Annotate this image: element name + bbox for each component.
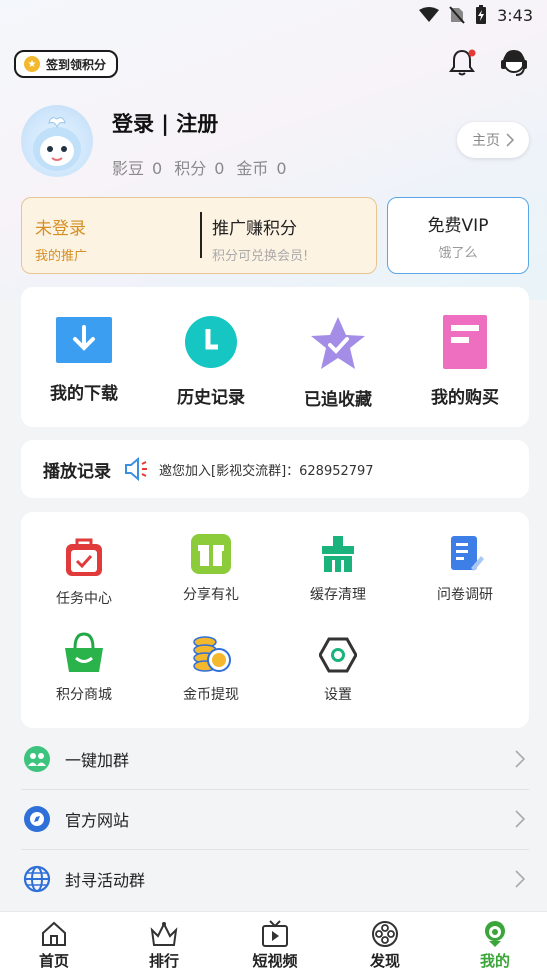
free-vip-subtitle: 饿了么 xyxy=(438,245,478,261)
coin-stack-icon xyxy=(193,636,231,672)
quick-item-purchases[interactable]: 我的购买 xyxy=(405,315,525,408)
chevron-right-icon xyxy=(515,750,525,768)
tab-mine[interactable]: 我的 xyxy=(455,920,535,971)
tool-task-center[interactable]: 任务中心 xyxy=(29,538,139,608)
download-icon xyxy=(56,317,112,363)
tool-survey[interactable]: 问卷调研 xyxy=(410,534,520,604)
chevron-right-icon xyxy=(506,133,514,147)
list-item-official-site[interactable]: 官方网站 xyxy=(21,790,529,848)
speaker-icon xyxy=(125,456,147,482)
globe-icon xyxy=(23,865,51,893)
film-reel-icon xyxy=(372,921,398,947)
free-vip-card[interactable]: 免费VIP 饿了么 xyxy=(387,197,529,274)
login-status: 未登录 xyxy=(35,219,86,239)
homepage-button[interactable]: 主页 xyxy=(457,122,529,158)
wifi-icon xyxy=(419,7,440,22)
stat-coins: 金币 0 xyxy=(236,159,287,178)
quick-item-history[interactable]: 历史记录 xyxy=(151,315,271,408)
tool-coin-withdraw[interactable]: 金币提现 xyxy=(156,634,266,704)
checkin-button[interactable]: ★ 签到领积分 xyxy=(14,50,119,78)
battery-charging-icon xyxy=(476,5,487,24)
quick-item-favorites[interactable]: 已追收藏 xyxy=(278,315,398,410)
avatar[interactable] xyxy=(21,105,93,177)
gift-icon xyxy=(191,534,231,574)
login-register-link[interactable]: 登录 | 注册 xyxy=(112,108,218,138)
quick-actions-card: 我的下载 历史记录 已追收藏 我的购买 xyxy=(21,287,529,427)
list-item-join-group[interactable]: 一键加群 xyxy=(21,730,529,788)
earn-points-section[interactable]: 推广赚积分 积分可兑换会员! xyxy=(212,214,308,264)
earn-points-subtitle: 积分可兑换会员! xyxy=(212,249,309,264)
notification-bell-icon[interactable] xyxy=(446,47,478,79)
chevron-right-icon xyxy=(515,870,525,888)
no-sim-icon xyxy=(449,6,465,24)
star-check-icon xyxy=(311,317,365,369)
task-bag-icon xyxy=(66,538,102,576)
tool-settings[interactable]: 设置 xyxy=(283,636,393,704)
quick-item-downloads[interactable]: 我的下载 xyxy=(24,315,144,404)
promo-divider xyxy=(200,212,202,258)
user-stats: 影豆 0 积分 0 金币 0 xyxy=(112,155,287,179)
earn-points-title: 推广赚积分 xyxy=(212,219,297,239)
group-invite-notice: 邀您加入[影视交流群]：628952797 xyxy=(159,463,374,479)
stat-points: 积分 0 xyxy=(174,159,225,178)
broom-icon xyxy=(322,536,354,572)
list-item-activity-group[interactable]: 封寻活动群 xyxy=(21,850,529,908)
home-icon xyxy=(42,921,66,946)
ranking-crown-icon xyxy=(150,921,178,946)
bottom-tab-bar: 首页 排行 短视频 发现 我的 xyxy=(0,911,547,975)
user-mascot-icon xyxy=(485,921,505,947)
settings-hexagon-icon xyxy=(319,637,357,673)
clock-icon xyxy=(185,316,237,368)
tv-play-icon xyxy=(262,920,288,947)
shopping-basket-icon xyxy=(65,632,103,672)
coin-icon: ★ xyxy=(24,56,40,72)
group-icon xyxy=(24,746,50,772)
chevron-right-icon xyxy=(515,810,525,828)
customer-service-icon[interactable] xyxy=(497,46,531,80)
compass-icon xyxy=(24,806,50,832)
homepage-label: 主页 xyxy=(472,133,500,149)
stat-beans: 影豆 0 xyxy=(112,159,163,178)
my-promo-section[interactable]: 未登录 我的推广 xyxy=(35,214,87,264)
free-vip-title: 免费VIP xyxy=(427,215,489,236)
tool-share-gift[interactable]: 分享有礼 xyxy=(156,534,266,604)
document-icon xyxy=(443,315,487,369)
survey-icon xyxy=(451,536,484,571)
tools-grid-card: 任务中心 分享有礼 缓存清理 问卷调研 积分商城 金币提现 设置 xyxy=(21,512,529,728)
status-bar: 3:43 xyxy=(0,0,547,30)
tab-short-video[interactable]: 短视频 xyxy=(235,920,315,971)
play-history-label: 播放记录 xyxy=(43,461,111,482)
tool-cache-clean[interactable]: 缓存清理 xyxy=(283,534,393,604)
tab-home[interactable]: 首页 xyxy=(14,920,94,971)
status-time: 3:43 xyxy=(497,5,533,25)
my-promo-label: 我的推广 xyxy=(35,249,88,264)
play-history-bar[interactable]: 播放记录 邀您加入[影视交流群]：628952797 xyxy=(21,440,529,498)
avatar-character-icon xyxy=(33,117,81,171)
checkin-label: 签到领积分 xyxy=(46,57,107,72)
tab-ranking[interactable]: 排行 xyxy=(124,920,204,971)
tab-discover[interactable]: 发现 xyxy=(345,920,425,971)
tool-points-mall[interactable]: 积分商城 xyxy=(29,632,139,704)
promo-card[interactable]: 未登录 我的推广 推广赚积分 积分可兑换会员! xyxy=(21,197,377,274)
